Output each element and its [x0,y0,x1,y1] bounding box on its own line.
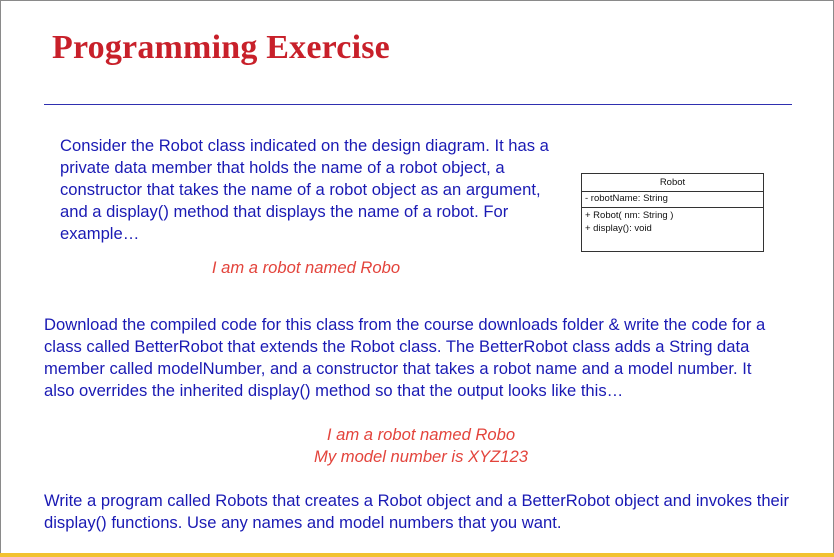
example-output-2-line1: I am a robot named Robo [326,425,516,444]
bottom-accent-bar [0,553,834,557]
uml-attributes: - robotName: String [582,192,763,208]
uml-operation: + display(): void [585,223,652,234]
example-output-2: I am a robot named Robo My model number … [261,424,581,468]
example-output-1: I am a robot named Robo [211,258,401,277]
program-paragraph: Write a program called Robots that creat… [44,491,789,532]
example-output-2-line2: My model number is XYZ123 [314,447,528,466]
uml-operation: + Robot( nm: String ) [585,210,674,221]
title-divider [44,104,792,105]
uml-operations: + Robot( nm: String ) + display(): void [582,208,763,235]
slide-title: Programming Exercise [52,29,390,66]
task-paragraph: Download the compiled code for this clas… [44,315,766,400]
uml-attribute: - robotName: String [585,193,668,204]
uml-class-name: Robot [582,174,763,192]
slide: Programming Exercise Consider the Robot … [0,0,834,557]
intro-paragraph: Consider the Robot class indicated on th… [60,136,549,243]
uml-class-diagram: Robot - robotName: String + Robot( nm: S… [581,173,764,252]
